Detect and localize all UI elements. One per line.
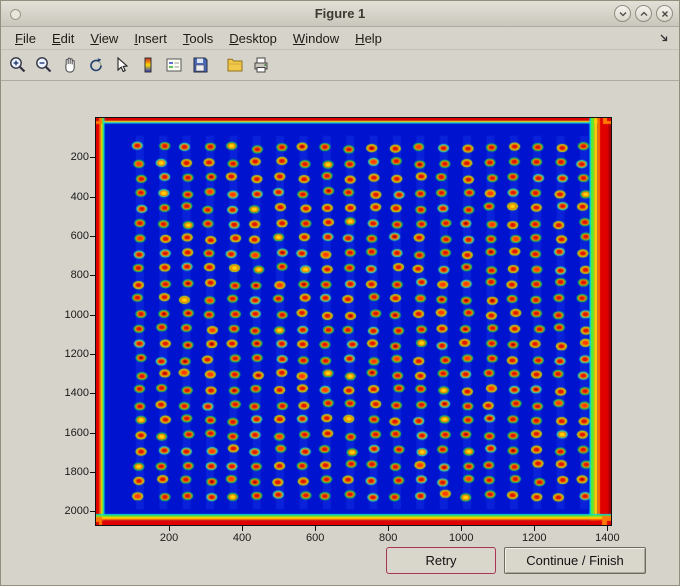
save-icon xyxy=(193,57,207,73)
y-tick-mark xyxy=(90,314,95,316)
menu-help[interactable]: Help xyxy=(347,28,390,48)
rotate-3d-icon xyxy=(89,58,102,72)
x-tick-label: 1400 xyxy=(595,532,620,544)
data-cursor-icon xyxy=(116,56,128,73)
open-folder-icon xyxy=(227,58,242,72)
shade-button[interactable] xyxy=(614,5,631,22)
x-tick-label: 200 xyxy=(159,532,179,544)
window-title: Figure 1 xyxy=(314,6,366,21)
data-cursor-button[interactable] xyxy=(109,53,134,78)
axes-frame xyxy=(95,117,612,526)
close-button[interactable] xyxy=(656,5,673,22)
menu-desktop[interactable]: Desktop xyxy=(221,28,285,48)
dock-figure-icon[interactable] xyxy=(657,31,671,50)
y-tick-label: 1200 xyxy=(64,347,89,360)
menu-tools[interactable]: Tools xyxy=(175,28,221,48)
print-figure-button[interactable] xyxy=(248,53,273,78)
insert-legend-button[interactable] xyxy=(161,53,186,78)
colorbar-icon xyxy=(144,57,151,73)
toolbar-separator xyxy=(213,54,221,76)
y-tick-mark xyxy=(90,196,95,198)
x-tick-mark xyxy=(315,526,317,531)
x-tick-label: 1200 xyxy=(522,532,547,544)
x-tick-mark xyxy=(534,526,536,531)
close-icon xyxy=(661,10,668,17)
zoom-out-icon xyxy=(35,57,51,73)
pan-hand-icon xyxy=(64,57,75,73)
menu-window[interactable]: Window xyxy=(285,28,347,48)
menu-file[interactable]: File xyxy=(7,28,44,48)
figure-image xyxy=(96,118,611,525)
menu-insert[interactable]: Insert xyxy=(126,28,175,48)
x-tick-mark xyxy=(388,526,390,531)
y-tick-label: 1400 xyxy=(64,387,89,400)
zoom-in-button[interactable] xyxy=(5,53,30,78)
pan-button[interactable] xyxy=(57,53,82,78)
figure-client-area: Retry Continue / Finish 200 400 600 800 1000… xyxy=(1,81,679,585)
x-tick-label: 400 xyxy=(232,532,252,544)
figure-window: { "window": { "title": "Figure 1" }, "me… xyxy=(0,0,680,586)
y-tick-mark xyxy=(90,432,95,434)
y-tick-label: 1800 xyxy=(64,465,89,478)
save-figure-button[interactable] xyxy=(187,53,212,78)
x-tick-mark xyxy=(461,526,463,531)
y-tick-mark xyxy=(90,471,95,473)
zoom-out-button[interactable] xyxy=(31,53,56,78)
y-tick-mark xyxy=(90,353,95,355)
window-controls xyxy=(614,5,673,22)
y-tick-label: 600 xyxy=(70,229,89,242)
zoom-in-icon xyxy=(9,57,25,73)
open-file-button[interactable] xyxy=(222,53,247,78)
continue-finish-button[interactable]: Continue / Finish xyxy=(504,547,646,574)
menubar: File Edit View Insert Tools Desktop Wind… xyxy=(1,27,679,50)
y-tick-mark xyxy=(90,393,95,395)
y-tick-mark xyxy=(90,511,95,513)
x-tick-label: 800 xyxy=(379,532,398,544)
rotate-3d-button[interactable] xyxy=(83,53,108,78)
chevron-up-icon xyxy=(640,11,647,16)
y-tick-label: 1600 xyxy=(64,426,89,439)
menu-edit[interactable]: Edit xyxy=(44,28,82,48)
x-tick-mark xyxy=(169,526,171,531)
figure-toolbar xyxy=(1,50,679,81)
y-tick-label: 1000 xyxy=(64,308,89,321)
menu-view[interactable]: View xyxy=(82,28,126,48)
y-tick-label: 200 xyxy=(70,151,89,164)
x-tick-mark xyxy=(607,526,609,531)
y-tick-label: 400 xyxy=(70,190,89,203)
y-tick-label: 800 xyxy=(70,269,89,282)
unshade-button[interactable] xyxy=(635,5,652,22)
y-tick-label: 2000 xyxy=(64,505,89,518)
y-tick-mark xyxy=(90,275,95,277)
y-tick-mark xyxy=(90,157,95,159)
titlebar: Figure 1 xyxy=(1,1,679,27)
x-tick-label: 1000 xyxy=(448,532,474,544)
printer-icon xyxy=(254,57,267,73)
legend-icon xyxy=(166,58,181,72)
x-tick-label: 600 xyxy=(305,532,325,544)
y-tick-mark xyxy=(90,235,95,237)
chevron-down-icon xyxy=(619,11,626,16)
x-tick-mark xyxy=(242,526,244,531)
retry-button[interactable]: Retry xyxy=(386,547,496,574)
insert-colorbar-button[interactable] xyxy=(135,53,160,78)
